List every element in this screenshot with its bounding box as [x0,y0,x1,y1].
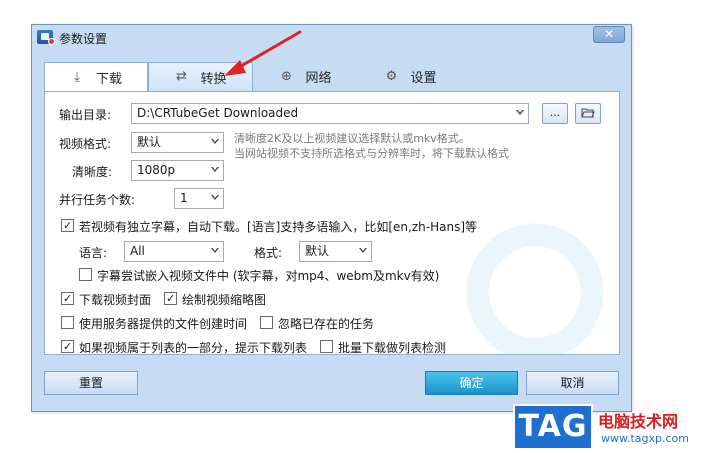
tag-logo: TAG [513,404,593,450]
annotation-arrow [224,30,302,76]
site-name: 电脑技术网 [598,412,679,431]
site-url: www.tagxp.com [601,432,689,445]
